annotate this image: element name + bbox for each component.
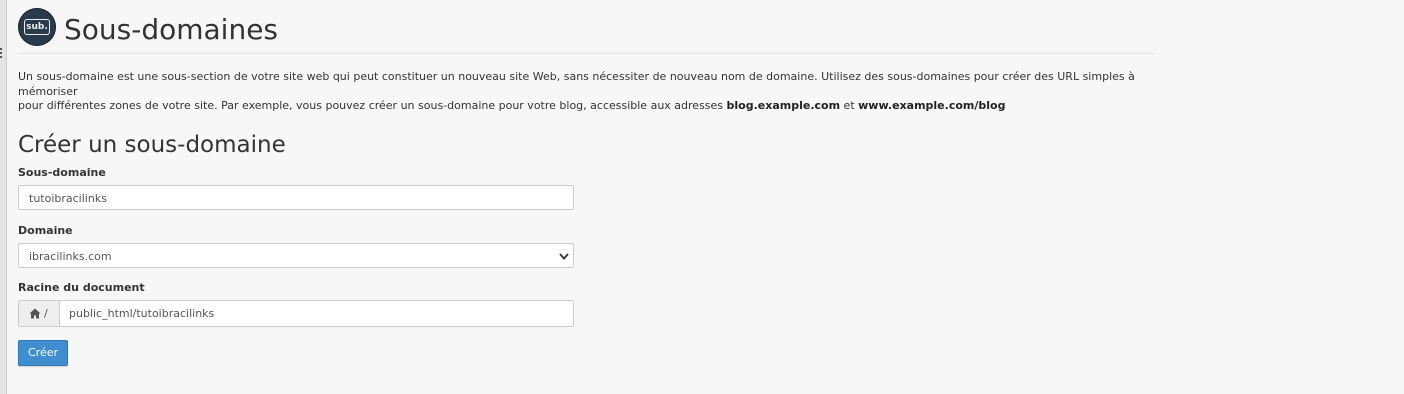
page-title: Sous-domaines [64, 13, 279, 46]
docroot-prefix-addon: / [19, 301, 60, 326]
home-icon [29, 308, 41, 319]
page-description: Un sous-domaine est une sous-section de … [18, 70, 1148, 114]
create-subdomain-heading: Créer un sous-domaine [18, 132, 286, 158]
panel-edge-marker [0, 48, 6, 58]
domain-select[interactable]: ibracilinks.com [18, 243, 574, 268]
description-line2: pour différentes zones de votre site. Pa… [18, 99, 727, 112]
domain-select-value: ibracilinks.com [29, 250, 112, 263]
logo-badge: sub. [24, 19, 50, 35]
example-subdomain: blog.example.com [726, 99, 841, 112]
subdomain-label: Sous-domaine [18, 166, 106, 179]
subdomain-input-value: tutoibracilinks [29, 192, 107, 205]
domain-label: Domaine [18, 224, 73, 237]
create-button[interactable]: Créer [18, 340, 68, 366]
description-line1: Un sous-domaine est une sous-section de … [18, 70, 1135, 98]
docroot-label: Racine du document [18, 281, 145, 294]
example-path: www.example.com/blog [858, 99, 1006, 112]
docroot-input-group: / public_html/tutoibracilinks [18, 300, 574, 327]
chevron-down-icon [559, 253, 569, 260]
description-and: et [840, 99, 859, 112]
page-header: sub. Sous-domaines [18, 7, 1154, 54]
subdomain-input[interactable]: tutoibracilinks [18, 185, 574, 210]
left-panel-edge [0, 0, 7, 394]
subdomains-logo-icon: sub. [18, 8, 56, 46]
docroot-prefix-slash: / [44, 307, 48, 320]
docroot-input[interactable]: public_html/tutoibracilinks [69, 301, 214, 326]
